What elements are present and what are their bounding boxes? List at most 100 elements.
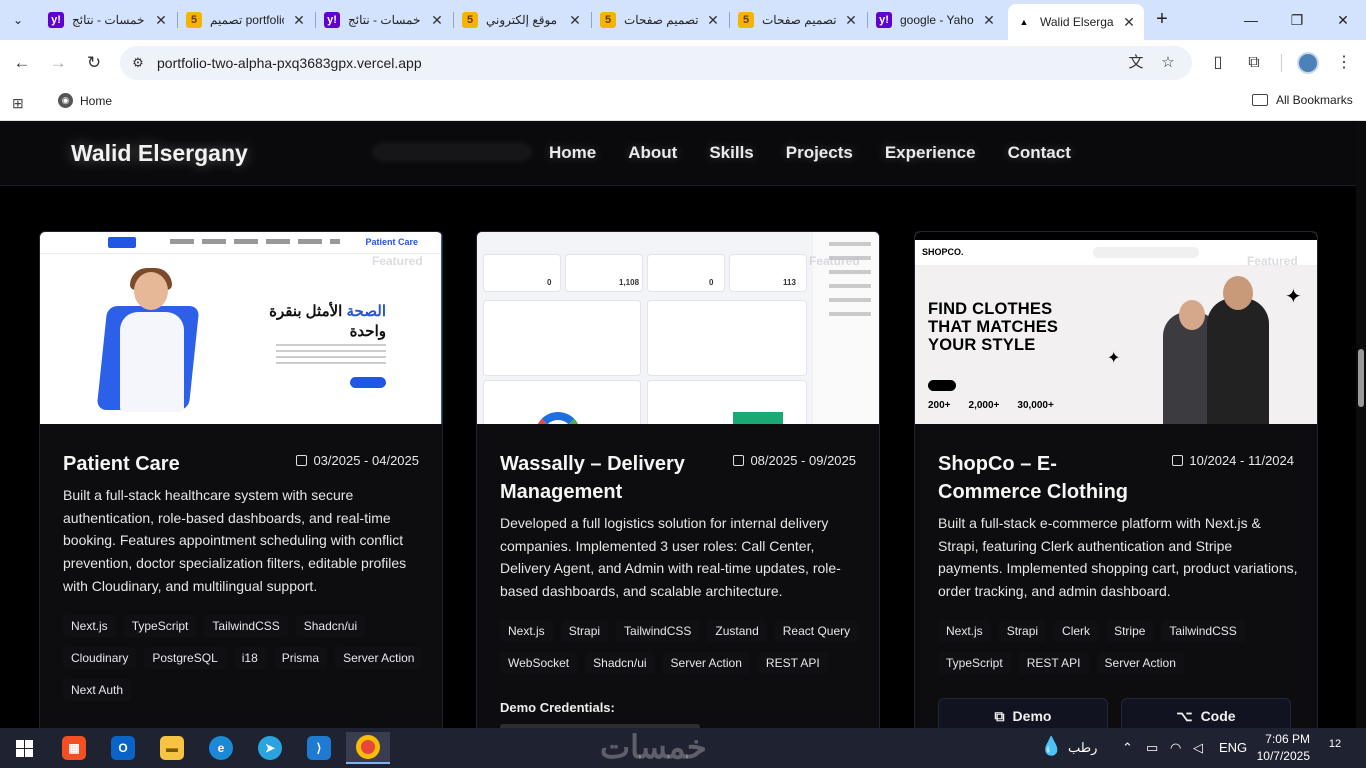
tag: Server Action [662,652,750,674]
close-icon[interactable]: ✕ [706,12,720,29]
profile-avatar[interactable] [1297,52,1319,74]
menu-icon[interactable]: ⋮ [1332,51,1356,75]
close-icon[interactable]: ✕ [568,12,582,29]
tab-title: إنشاء موقع إلكتروني [486,13,560,27]
reading-list-icon[interactable]: ▯ [1206,51,1230,75]
nav-home[interactable]: Home [549,143,596,163]
model-man [1207,298,1269,424]
volume-icon[interactable]: ◁ [1193,740,1203,756]
nav-about[interactable]: About [628,143,677,163]
taskbar-outlook[interactable]: O [101,732,145,764]
wifi-icon[interactable]: ◠ [1170,740,1181,756]
tab-title: تصميم صفحات [762,13,836,27]
doctor-face [134,272,168,310]
nav-contact[interactable]: Contact [1008,143,1071,163]
close-icon[interactable]: ✕ [154,12,168,29]
project-card-patient-care[interactable]: Patient Care الصحة الأمثل بنقرة واحدة Fe… [39,231,443,728]
extensions-icon[interactable]: ⧉ [1242,51,1266,75]
project-thumbnail[interactable]: SHOPCO. FIND CLOTHES THAT MATCHES YOUR S… [915,232,1317,424]
weather-text[interactable]: رطب [1068,740,1097,756]
close-icon[interactable]: ✕ [292,12,306,29]
apps-grid-icon[interactable]: ⊞ [12,95,24,112]
bookmark-home[interactable]: ◉ Home [58,93,112,108]
folder-icon: ▬ [160,736,184,760]
back-button[interactable]: ← [8,49,36,77]
thumb-stat: 30,000+ [1017,400,1054,411]
minimize-button[interactable]: — [1228,0,1274,40]
weather-icon[interactable]: 💧 [1040,736,1062,757]
close-icon[interactable]: ✕ [430,12,444,29]
restore-button[interactable]: ❐ [1274,0,1320,40]
yahoo-icon: y! [324,12,340,28]
all-bookmarks[interactable]: All Bookmarks [1252,93,1353,107]
tab-8-active[interactable]: ▲ Walid Elsergany ✕ [1008,4,1144,40]
thumb-shop-now [928,380,956,391]
battery-icon[interactable]: ▭ [1146,740,1158,756]
project-thumbnail[interactable]: Patient Care الصحة الأمثل بنقرة واحدة Fe… [40,232,442,424]
thumb-navbar: Patient Care [40,232,442,254]
close-window-button[interactable]: ✕ [1320,0,1366,40]
featured-label: Featured [809,254,860,268]
taskbar-telegram[interactable]: ➤ [248,732,292,764]
taskbar-chrome[interactable] [346,732,390,764]
taskbar-store[interactable]: ▦ [52,732,96,764]
thumb-logo: SHOPCO. [922,247,964,257]
site-info-icon[interactable]: ⚙ [128,53,148,73]
tab-5[interactable]: 5 تصميم صفحات ✕ [592,6,728,34]
nav-skills[interactable]: Skills [709,143,753,163]
taskbar-edge[interactable]: e [199,732,243,764]
demo-button[interactable]: ⧉ Demo [938,698,1108,728]
tab-6[interactable]: 5 تصميم صفحات ✕ [730,6,866,34]
notification-center[interactable]: 12 [1324,738,1346,756]
thumb-stat: 200+ [928,400,951,411]
thumb-login-button [108,237,136,248]
close-icon[interactable]: ✕ [1122,14,1136,31]
chevron-up-icon[interactable]: ⌃ [1122,740,1133,756]
start-button[interactable] [2,732,46,764]
taskbar-file-explorer[interactable]: ▬ [150,732,194,764]
tag: Shadcn/ui [295,615,366,637]
page-scrollbar[interactable] [1356,121,1366,728]
tab-title: تصميم portfolio [210,13,284,27]
project-date-text: 03/2025 - 04/2025 [313,453,419,468]
reload-button[interactable]: ↻ [80,49,108,77]
project-thumbnail[interactable]: 113 0 1,108 0 Featured [477,232,879,424]
thumb-search [1093,247,1199,258]
scrollbar-thumb[interactable] [1358,349,1364,407]
translate-icon[interactable]: 文 [1126,53,1146,73]
folder-icon [1252,94,1268,106]
tag: REST API [1018,652,1089,674]
forward-button[interactable]: → [44,49,72,77]
site-brand[interactable]: Walid Elsergany [71,140,248,167]
thumb-logo: Patient Care [365,237,418,247]
code-button[interactable]: ⌥ Code [1121,698,1291,728]
project-card-wassally[interactable]: 113 0 1,108 0 Featured Wassally – Delive… [476,231,880,728]
thumb-headline-a: الصحة [346,303,386,320]
close-icon[interactable]: ✕ [844,12,858,29]
thumb-chart-card [647,380,807,424]
tab-7[interactable]: y! google - Yahoo ✕ [868,6,1004,34]
address-bar[interactable]: ⚙ portfolio-two-alpha-pxq3683gpx.vercel.… [120,46,1192,80]
project-date: 10/2024 - 11/2024 [1172,453,1294,468]
project-card-shopco[interactable]: SHOPCO. FIND CLOTHES THAT MATCHES YOUR S… [914,231,1318,728]
clock[interactable]: 7:06 PM 10/7/2025 [1254,731,1310,765]
code-button-label: Code [1200,708,1236,724]
thumb-paragraph [276,344,386,366]
project-description: Built a full-stack e-commerce platform w… [938,515,1298,600]
tab-1[interactable]: y! خمسات - نتائج ✕ [40,6,176,34]
close-icon[interactable]: ✕ [982,12,996,29]
outlook-icon: O [111,736,135,760]
tab-3[interactable]: y! خمسات - نتائج ✕ [316,6,452,34]
tab-search-button[interactable]: ⌄ [6,8,30,32]
tab-4[interactable]: 5 إنشاء موقع إلكتروني ✕ [454,6,590,34]
nav-projects[interactable]: Projects [786,143,853,163]
language-indicator[interactable]: ENG [1219,740,1247,755]
bookmark-star-icon[interactable]: ☆ [1158,53,1178,73]
url-text[interactable]: portfolio-two-alpha-pxq3683gpx.vercel.ap… [157,55,422,71]
tab-2[interactable]: 5 تصميم portfolio ✕ [178,6,314,34]
nav-experience[interactable]: Experience [885,143,976,163]
new-tab-button[interactable]: + [1150,8,1174,32]
featured-label: Featured [1247,254,1298,268]
thumb-stat-value: 0 [709,278,714,287]
taskbar-vscode[interactable]: ⟩ [297,732,341,764]
